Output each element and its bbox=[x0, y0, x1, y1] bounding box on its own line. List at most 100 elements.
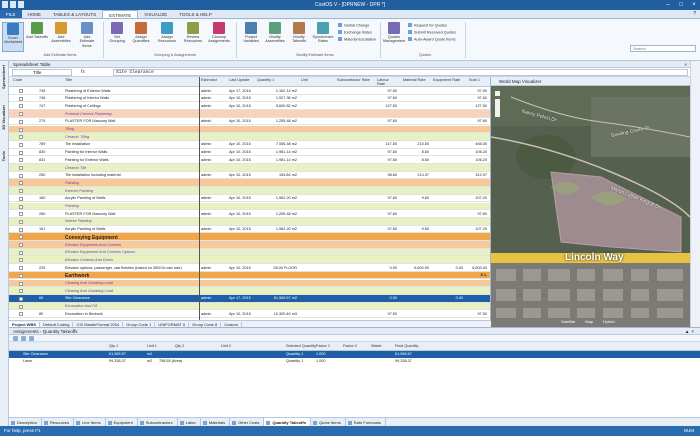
cell-lab[interactable]: 97.60 bbox=[373, 196, 397, 200]
bottom-tab-other-costs[interactable]: Other Costs bbox=[230, 418, 265, 426]
cell-code[interactable]: 746 bbox=[39, 96, 59, 100]
cell-mat[interactable]: 8.60 bbox=[399, 158, 429, 162]
cell-title[interactable]: Painting for Interior Walls bbox=[65, 150, 197, 154]
col-header-equipment-rate[interactable]: Equipment Rate bbox=[433, 78, 460, 82]
cell-title[interactable]: Portland Cement Plastering bbox=[65, 112, 197, 116]
cell-eqp[interactable]: 0.00 bbox=[433, 266, 463, 270]
modify-takeoffs-button[interactable]: Modify Takeoffs bbox=[288, 22, 310, 44]
expand-icon[interactable] bbox=[19, 296, 23, 301]
col-header-unit2[interactable]: Unit 2 bbox=[221, 344, 231, 348]
close-panel-icon[interactable]: × bbox=[684, 61, 687, 68]
cell-code[interactable]: 80 bbox=[39, 312, 59, 316]
cell-q2[interactable]: 758.55 (Area) bbox=[159, 359, 182, 363]
cell-lab[interactable]: 127.50 bbox=[373, 104, 397, 108]
world-map-visualizer[interactable]: World Map Visualizer Lincoln Way Martin … bbox=[491, 77, 690, 327]
expand-icon[interactable] bbox=[19, 235, 23, 240]
cell-title[interactable]: Acrylic Painting of Walls bbox=[65, 227, 197, 231]
bottom-tab-rate-forecasts[interactable]: Rate Forecasts bbox=[346, 418, 386, 426]
set-grouping-button[interactable]: Set Grouping bbox=[106, 22, 128, 44]
col-header-last-update[interactable]: Last Update bbox=[229, 78, 249, 82]
cell-title[interactable]: Plastering of Ceilings bbox=[65, 104, 197, 108]
cell-title[interactable]: Painting bbox=[65, 204, 197, 208]
cell-code[interactable]: 831 bbox=[39, 158, 59, 162]
cell-est[interactable]: admin bbox=[201, 227, 227, 231]
bottom-tab-materials[interactable]: Materials bbox=[201, 418, 231, 426]
bottom-tab-description[interactable]: Description bbox=[9, 418, 43, 426]
cell-date[interactable]: Apr 10, 2015 bbox=[229, 196, 257, 200]
cell-lab[interactable]: 97.60 bbox=[373, 96, 397, 100]
cell-mat[interactable]: 6,600.00 bbox=[399, 266, 429, 270]
cell-est[interactable]: admin bbox=[201, 296, 227, 300]
cell-qty[interactable]: 1,255.48 m2 bbox=[257, 212, 297, 216]
add-estimate-items-button[interactable]: Add Estimate Items bbox=[76, 22, 98, 48]
cell-code[interactable]: 250 bbox=[39, 173, 59, 177]
table-row[interactable]: Conveying Equipment bbox=[9, 233, 490, 241]
expand-icon[interactable] bbox=[19, 89, 23, 93]
cell-title[interactable]: Conveying Equipment bbox=[65, 235, 197, 241]
request-for-quotes-button[interactable]: Request for Quotes bbox=[408, 23, 447, 29]
cell-code[interactable]: 747 bbox=[39, 104, 59, 108]
cell-qty[interactable]: 61,965.57 m2 bbox=[257, 296, 297, 300]
cell-title[interactable]: Earthwork bbox=[65, 273, 197, 279]
cell-u1[interactable]: m2 bbox=[147, 352, 152, 356]
expand-icon[interactable] bbox=[19, 204, 23, 209]
tab-tables-layouts[interactable]: TABLES & LAYOUTS bbox=[47, 10, 102, 18]
cell-lab[interactable]: 147.50 bbox=[373, 142, 397, 146]
table-row[interactable]: Clearing And Grubbing Land bbox=[9, 287, 490, 295]
cell-lab[interactable]: 97.60 bbox=[373, 150, 397, 154]
project-variables-button[interactable]: Project Variables bbox=[240, 22, 262, 44]
assign-resources-button[interactable]: Assign Resources bbox=[156, 22, 178, 44]
col-header-qty2[interactable]: Qty 2 bbox=[175, 344, 184, 348]
cell-title[interactable]: Tile Installation bbox=[65, 142, 197, 146]
table-row[interactable]: Painting bbox=[9, 202, 490, 211]
expand-icon[interactable] bbox=[19, 227, 23, 232]
table-row[interactable]: 279 PLASTER FOR Masonry Wall admin Apr 10, … bbox=[9, 117, 490, 126]
bottom-tab-subcontractors[interactable]: Subcontractors bbox=[138, 418, 178, 426]
expand-icon[interactable] bbox=[19, 104, 23, 109]
cell-mat[interactable]: 8.60 bbox=[399, 150, 429, 154]
expand-icon[interactable] bbox=[19, 181, 23, 186]
add-icon[interactable] bbox=[13, 336, 18, 341]
bottom-tab-resources[interactable]: Resources bbox=[42, 418, 75, 426]
cell-est[interactable]: admin bbox=[201, 96, 227, 100]
cell-est[interactable]: admin bbox=[201, 212, 227, 216]
table-row[interactable]: Earthwork $ 1, bbox=[9, 271, 490, 280]
close-icon[interactable]: × bbox=[691, 329, 696, 334]
cell-date[interactable]: Apr 10, 2015 bbox=[229, 150, 257, 154]
tab-visualize[interactable]: VISUALIZE bbox=[138, 10, 173, 18]
cell-sel[interactable]: Quantity 1 bbox=[286, 359, 303, 363]
expand-icon[interactable] bbox=[19, 196, 23, 201]
fx-icon[interactable]: fx bbox=[81, 69, 85, 75]
cell-date[interactable]: Apr 10, 2015 bbox=[229, 158, 257, 162]
table-row[interactable]: 745 Plastering of Exterior Walls admin Apr … bbox=[9, 87, 490, 95]
expand-icon[interactable] bbox=[19, 258, 23, 263]
cell-title[interactable]: Excavation And Fill bbox=[65, 304, 197, 308]
expand-icon[interactable] bbox=[19, 189, 23, 194]
cell-title[interactable]: Painting bbox=[65, 181, 197, 185]
cell-title[interactable]: PLASTER FOR Masonry Wall bbox=[65, 212, 197, 216]
table-row[interactable]: 831 Painting for Exterior Walls admin Apr 1… bbox=[9, 156, 490, 164]
expand-icon[interactable] bbox=[19, 112, 23, 117]
cell-title[interactable]: PLASTER FOR Masonry Wall bbox=[65, 119, 197, 123]
edit-icon[interactable] bbox=[29, 336, 34, 341]
cell-lab[interactable]: 97.60 bbox=[373, 212, 397, 216]
table-row[interactable]: Portland Cement Plastering bbox=[9, 110, 490, 118]
bottom-tab-quote-items[interactable]: Quote Items bbox=[311, 418, 346, 426]
expand-icon[interactable] bbox=[19, 119, 23, 124]
cell-code[interactable]: 60 bbox=[39, 296, 59, 300]
cell-est[interactable]: admin bbox=[201, 266, 227, 270]
cell-t[interactable]: 97.60 bbox=[463, 212, 487, 216]
cell-q1[interactable]: 99,338.37 bbox=[109, 359, 126, 363]
col-header-factor2[interactable]: Factor 2 bbox=[343, 344, 357, 348]
cell-qty[interactable]: 1,962.20 m2 bbox=[257, 227, 297, 231]
table-row[interactable]: Painting bbox=[9, 179, 490, 188]
cell-t[interactable]: 106.20 bbox=[463, 150, 487, 154]
table-row[interactable]: Ceramic Tiling bbox=[9, 133, 490, 141]
cell-title[interactable]: Elevator Equipment And Controls bbox=[65, 243, 197, 247]
table-row[interactable]: Exterior Painting bbox=[9, 187, 490, 195]
cell-title[interactable]: Plastering of Exterior Walls bbox=[65, 89, 197, 93]
add-assemblies-button[interactable]: Add Assemblies bbox=[50, 22, 72, 44]
cell-sel[interactable]: Quantity 1 bbox=[286, 352, 303, 356]
expand-icon[interactable] bbox=[19, 243, 23, 247]
table-row[interactable]: 280 PLASTER FOR Masonry Wall admin Apr 10, … bbox=[9, 210, 490, 218]
